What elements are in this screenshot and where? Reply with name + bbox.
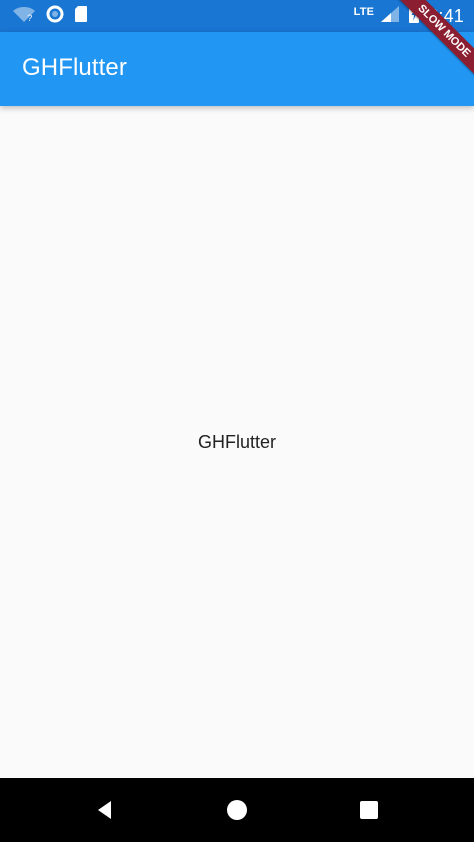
battery-charging-icon — [408, 4, 420, 29]
home-button[interactable] — [223, 796, 251, 824]
home-icon — [227, 800, 247, 820]
circle-status-icon — [46, 5, 64, 28]
wifi-question-icon: ? — [12, 5, 36, 28]
status-bar: ? LTE 6:41 — [0, 0, 474, 32]
recents-icon — [360, 801, 378, 819]
back-button[interactable] — [91, 796, 119, 824]
main-body: GHFlutter — [0, 106, 474, 778]
sd-card-icon — [74, 5, 88, 28]
status-left-icons: ? — [12, 5, 88, 27]
svg-text:?: ? — [27, 13, 32, 23]
app-title: GHFlutter — [22, 54, 127, 81]
signal-icon — [380, 5, 400, 28]
status-right-icons: LTE 6:41 — [353, 4, 464, 29]
back-icon — [98, 801, 111, 819]
system-navigation-bar — [0, 778, 474, 842]
recents-button[interactable] — [355, 796, 383, 824]
status-time: 6:41 — [428, 5, 464, 26]
app-bar: GHFlutter — [0, 32, 474, 106]
center-text: GHFlutter — [197, 432, 276, 452]
network-type: LTE — [353, 6, 375, 18]
